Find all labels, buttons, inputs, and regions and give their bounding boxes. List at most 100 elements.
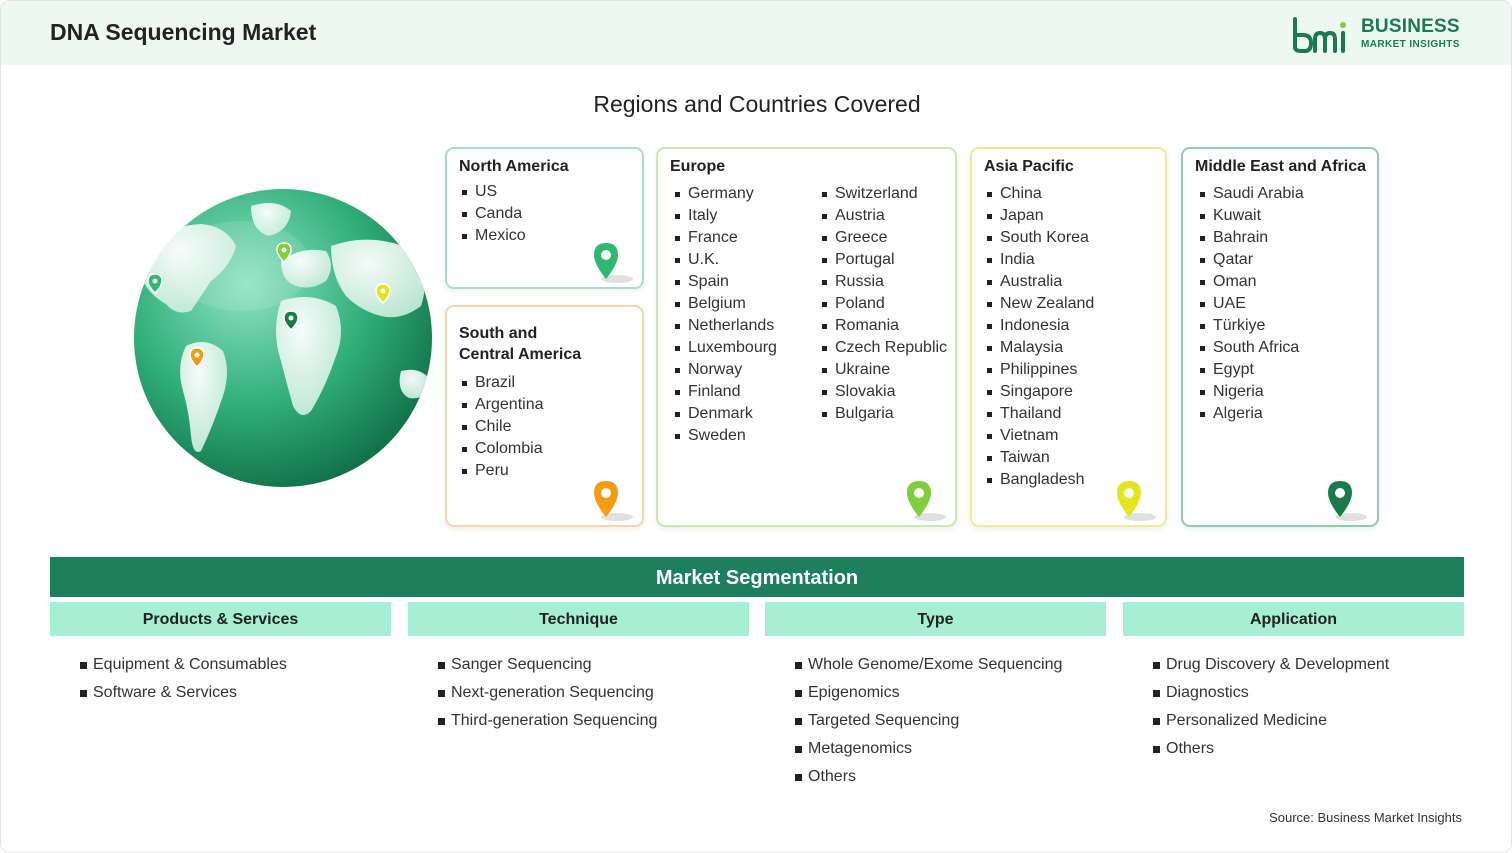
country-item: Malaysia: [984, 337, 1094, 359]
region-card-south-central-america: South and Central America Brazil Argenti…: [445, 305, 644, 527]
region-title: South and Central America: [459, 323, 581, 365]
segment-list-products-services: Equipment & Consumables Software & Servi…: [80, 651, 287, 707]
country-item: UAE: [1197, 293, 1304, 315]
map-pin-icon: [907, 481, 946, 521]
region-title: Asia Pacific: [984, 158, 1074, 175]
bmi-logo-icon: [1293, 17, 1346, 53]
country-item: Vietnam: [984, 425, 1094, 447]
country-item: Slovakia: [819, 381, 947, 403]
country-list: US Canda Mexico: [459, 181, 526, 247]
region-title: Europe: [670, 158, 726, 175]
segment-item: Whole Genome/Exome Sequencing: [795, 651, 1062, 679]
country-item: Türkiye: [1197, 315, 1304, 337]
country-item: Bangladesh: [984, 469, 1094, 491]
country-list: Saudi Arabia Kuwait Bahrain Qatar Oman U…: [1197, 183, 1304, 425]
country-item: Australia: [984, 271, 1094, 293]
country-item: Egypt: [1197, 359, 1304, 381]
segment-item: Metagenomics: [795, 735, 1062, 763]
country-list: Switzerland Austria Greece Portugal Russ…: [819, 183, 947, 425]
country-item: Kuwait: [1197, 205, 1304, 227]
country-list: Brazil Argentina Chile Colombia Peru: [459, 372, 544, 482]
country-item: US: [459, 181, 526, 203]
country-item: Indonesia: [984, 315, 1094, 337]
region-card-europe: Europe Germany Italy France U.K. Spain B…: [656, 147, 957, 527]
country-item: Greece: [819, 227, 947, 249]
segment-list-application: Drug Discovery & Development Diagnostics…: [1153, 651, 1389, 763]
country-item: Taiwan: [984, 447, 1094, 469]
country-item: Netherlands: [672, 315, 777, 337]
map-pin-icon: [1117, 481, 1156, 521]
country-item: South Africa: [1197, 337, 1304, 359]
country-item: Argentina: [459, 394, 544, 416]
map-pin-icon: [1328, 481, 1367, 521]
segment-item: Next-generation Sequencing: [438, 679, 657, 707]
segmentation-title-bar: Market Segmentation: [50, 557, 1464, 597]
header-bar: DNA Sequencing Market BUSINESS MARKET IN…: [1, 1, 1511, 65]
country-item: India: [984, 249, 1094, 271]
segment-heading-application: Application: [1123, 602, 1464, 636]
segment-item: Equipment & Consumables: [80, 651, 287, 679]
country-item: Bahrain: [1197, 227, 1304, 249]
segment-item: Personalized Medicine: [1153, 707, 1389, 735]
country-item: Algeria: [1197, 403, 1304, 425]
segment-item: Sanger Sequencing: [438, 651, 657, 679]
country-item: Finland: [672, 381, 777, 403]
country-item: Sweden: [672, 425, 777, 447]
country-item: Denmark: [672, 403, 777, 425]
segment-item: Epigenomics: [795, 679, 1062, 707]
country-item: Philippines: [984, 359, 1094, 381]
segment-heading-products-services: Products & Services: [50, 602, 391, 636]
country-item: Belgium: [672, 293, 777, 315]
segment-item: Others: [795, 763, 1062, 791]
segment-heading-technique: Technique: [408, 602, 749, 636]
region-title-line: Central America: [459, 346, 582, 363]
country-item: Italy: [672, 205, 777, 227]
country-item: Brazil: [459, 372, 544, 394]
logo-wordmark-secondary: MARKET INSIGHTS: [1361, 39, 1460, 50]
source-note: Source: Business Market Insights: [1269, 810, 1462, 825]
page-title: DNA Sequencing Market: [50, 19, 317, 45]
country-item: Ukraine: [819, 359, 947, 381]
country-item: South Korea: [984, 227, 1094, 249]
country-item: Nigeria: [1197, 381, 1304, 403]
map-pin-icon: [594, 243, 633, 283]
globe-illustration: [131, 186, 436, 491]
country-item: Spain: [672, 271, 777, 293]
country-item: France: [672, 227, 777, 249]
logo-wordmark-primary: BUSINESS: [1361, 16, 1460, 37]
segment-item: Drug Discovery & Development: [1153, 651, 1389, 679]
region-title-line: South and: [459, 325, 538, 342]
country-list: Germany Italy France U.K. Spain Belgium …: [672, 183, 777, 447]
segment-item: Third-generation Sequencing: [438, 707, 657, 735]
country-item: Japan: [984, 205, 1094, 227]
country-item: Bulgaria: [819, 403, 947, 425]
country-item: Mexico: [459, 225, 526, 247]
country-item: Luxembourg: [672, 337, 777, 359]
country-item: Chile: [459, 416, 544, 438]
country-item: Oman: [1197, 271, 1304, 293]
country-item: Portugal: [819, 249, 947, 271]
country-item: Poland: [819, 293, 947, 315]
segment-item: Others: [1153, 735, 1389, 763]
country-item: Qatar: [1197, 249, 1304, 271]
globe-icon: [134, 189, 432, 487]
country-item: U.K.: [672, 249, 777, 271]
country-item: Germany: [672, 183, 777, 205]
segment-item: Software & Services: [80, 679, 287, 707]
segment-list-technique: Sanger Sequencing Next-generation Sequen…: [438, 651, 657, 735]
country-item: Austria: [819, 205, 947, 227]
country-item: China: [984, 183, 1094, 205]
country-item: Switzerland: [819, 183, 947, 205]
country-item: Colombia: [459, 438, 544, 460]
map-pin-icon: [594, 481, 633, 521]
country-item: Norway: [672, 359, 777, 381]
segment-heading-type: Type: [765, 602, 1106, 636]
country-item: Czech Republic: [819, 337, 947, 359]
country-item: Thailand: [984, 403, 1094, 425]
region-card-middle-east-africa: Middle East and Africa Saudi Arabia Kuwa…: [1181, 147, 1379, 527]
country-list: China Japan South Korea India Australia …: [984, 183, 1094, 491]
region-card-asia-pacific: Asia Pacific China Japan South Korea Ind…: [970, 147, 1167, 527]
segment-item: Targeted Sequencing: [795, 707, 1062, 735]
region-title: Middle East and Africa: [1195, 158, 1366, 175]
segment-list-type: Whole Genome/Exome Sequencing Epigenomic…: [795, 651, 1062, 791]
